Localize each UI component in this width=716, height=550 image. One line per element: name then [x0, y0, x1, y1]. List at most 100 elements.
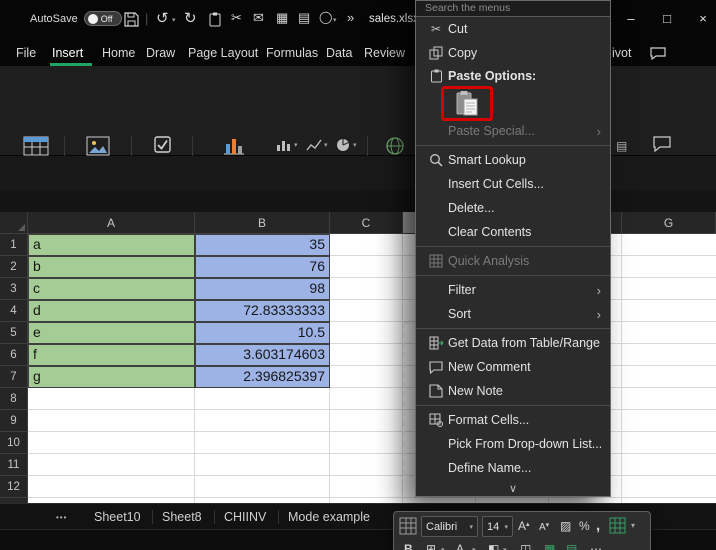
shapes-icon[interactable]: ◯: [319, 11, 332, 23]
undo-dropdown-icon[interactable]: ▾: [172, 17, 176, 24]
borders-button[interactable]: ⊞: [426, 543, 436, 550]
column-header-g[interactable]: G: [622, 212, 716, 234]
more-options-button[interactable]: ⋯: [590, 543, 602, 550]
row-header-2[interactable]: 2: [0, 256, 28, 278]
row-header-7[interactable]: 7: [0, 366, 28, 388]
cell-B5[interactable]: 10.5: [195, 322, 330, 344]
menu-item-pick-from-dropdown[interactable]: Pick From Drop-down List...: [416, 432, 610, 456]
row-header-8[interactable]: 8: [0, 388, 28, 410]
maximize-button[interactable]: □: [656, 11, 678, 26]
tab-formulas[interactable]: Formulas: [266, 46, 318, 60]
table-style-icon[interactable]: [399, 517, 417, 537]
cell-A6[interactable]: f: [28, 344, 195, 366]
menu-item-smart-lookup[interactable]: Smart Lookup: [416, 148, 610, 172]
tab-data[interactable]: Data: [326, 46, 352, 60]
menu-item-filter[interactable]: Filter ›: [416, 278, 610, 302]
comma-style-button[interactable]: ,: [596, 518, 600, 533]
envelope-icon[interactable]: ✉: [253, 11, 264, 24]
autosave-toggle[interactable]: AutoSave Off: [30, 11, 122, 26]
cell-B2[interactable]: 76: [195, 256, 330, 278]
menu-item-insert-cut-cells[interactable]: Insert Cut Cells...: [416, 172, 610, 196]
sheet-tab-sheet8[interactable]: Sheet8: [162, 510, 202, 524]
list-format-button[interactable]: ▤: [566, 543, 577, 550]
menu-scroll-more-icon[interactable]: ∨: [416, 480, 610, 496]
minimize-button[interactable]: –: [620, 11, 642, 26]
menu-item-copy[interactable]: Copy: [416, 41, 610, 65]
bold-button[interactable]: B: [404, 543, 413, 550]
font-name-select[interactable]: Calibri ▾: [421, 516, 478, 537]
cell-A2[interactable]: b: [28, 256, 195, 278]
pie-chart-button[interactable]: ▾: [336, 138, 357, 152]
menu-item-get-data[interactable]: Get Data from Table/Range...: [416, 331, 610, 355]
cell-B6[interactable]: 3.603174603: [195, 344, 330, 366]
cell-A7[interactable]: g: [28, 366, 195, 388]
redo-icon[interactable]: ↻: [184, 11, 197, 26]
autosave-pill[interactable]: Off: [83, 11, 122, 26]
sheet-scroll-ellipsis[interactable]: •••: [56, 513, 67, 522]
fill-color-button[interactable]: ◧: [488, 543, 499, 550]
row-header-11[interactable]: 11: [0, 454, 28, 476]
menu-item-new-comment[interactable]: New Comment: [416, 355, 610, 379]
tab-draw[interactable]: Draw: [146, 46, 175, 60]
grid-icon[interactable]: ▦: [276, 11, 288, 24]
font-color-button[interactable]: A: [456, 543, 464, 550]
quick-access-overflow-icon[interactable]: »: [347, 11, 354, 24]
percent-style-button[interactable]: %: [579, 520, 590, 532]
cell-A3[interactable]: c: [28, 278, 195, 300]
column-header-a[interactable]: A: [28, 212, 195, 234]
format-painter-icon[interactable]: ▨: [560, 520, 571, 532]
menu-item-sort[interactable]: Sort ›: [416, 302, 610, 326]
cell-B4[interactable]: 72.83333333: [195, 300, 330, 322]
scissors-icon[interactable]: ✂: [231, 11, 242, 24]
menu-item-cut[interactable]: ✂ Cut: [416, 17, 610, 41]
grid-format-button[interactable]: ▦: [544, 543, 555, 550]
row-header-5[interactable]: 5: [0, 322, 28, 344]
row-header-12[interactable]: 12: [0, 476, 28, 498]
merge-cells-button[interactable]: ◫: [520, 543, 531, 550]
clipped-ribbon-icon[interactable]: ▤: [616, 140, 627, 152]
close-button[interactable]: ×: [692, 11, 714, 26]
menu-item-paste-special[interactable]: Paste Special... ›: [416, 119, 610, 143]
dropdown-icon[interactable]: ▾: [631, 522, 635, 530]
row-header-10[interactable]: 10: [0, 432, 28, 454]
comments-button[interactable]: [650, 47, 666, 65]
tab-insert[interactable]: Insert: [52, 46, 83, 60]
cell-A5[interactable]: e: [28, 322, 195, 344]
font-size-select[interactable]: 14 ▾: [482, 516, 513, 537]
column-header-c[interactable]: C: [330, 212, 403, 234]
tab-file[interactable]: File: [16, 46, 36, 60]
sheet-tab-mode-example[interactable]: Mode example: [288, 510, 392, 524]
cell-B1[interactable]: 35: [195, 234, 330, 256]
column-header-b[interactable]: B: [195, 212, 330, 234]
list-icon[interactable]: ▤: [298, 11, 310, 24]
menu-item-format-cells[interactable]: Format Cells...: [416, 408, 610, 432]
row-header-3[interactable]: 3: [0, 278, 28, 300]
tab-review[interactable]: Review: [364, 46, 405, 60]
row-header-4[interactable]: 4: [0, 300, 28, 322]
row-header-9[interactable]: 9: [0, 410, 28, 432]
cell-A1[interactable]: a: [28, 234, 195, 256]
undo-icon[interactable]: ↺: [156, 11, 169, 26]
menu-search-input[interactable]: Search the menus: [416, 1, 610, 17]
clipboard-icon[interactable]: [208, 12, 222, 32]
menu-item-delete[interactable]: Delete...: [416, 196, 610, 220]
line-chart-button[interactable]: ▾: [306, 138, 328, 152]
select-all-corner[interactable]: [0, 212, 28, 234]
sheet-tab-sheet10[interactable]: Sheet10: [94, 510, 141, 524]
tab-page-layout[interactable]: Page Layout: [188, 46, 258, 60]
shapes-dropdown-icon[interactable]: ▾: [333, 17, 337, 24]
increase-font-button[interactable]: A▴: [518, 520, 530, 532]
column-chart-button[interactable]: ▾: [276, 138, 298, 152]
menu-item-quick-analysis[interactable]: Quick Analysis: [416, 249, 610, 273]
menu-item-define-name[interactable]: Define Name...: [416, 456, 610, 480]
save-icon[interactable]: [124, 12, 139, 32]
row-header-1[interactable]: 1: [0, 234, 28, 256]
cell-B7[interactable]: 2.396825397: [195, 366, 330, 388]
cell-A4[interactable]: d: [28, 300, 195, 322]
row-header-6[interactable]: 6: [0, 344, 28, 366]
tab-home[interactable]: Home: [102, 46, 135, 60]
sheet-tab-chiinv[interactable]: CHIINV: [224, 510, 266, 524]
format-as-table-icon[interactable]: [609, 517, 626, 536]
menu-item-clear-contents[interactable]: Clear Contents: [416, 220, 610, 244]
decrease-font-button[interactable]: A▾: [539, 522, 549, 533]
